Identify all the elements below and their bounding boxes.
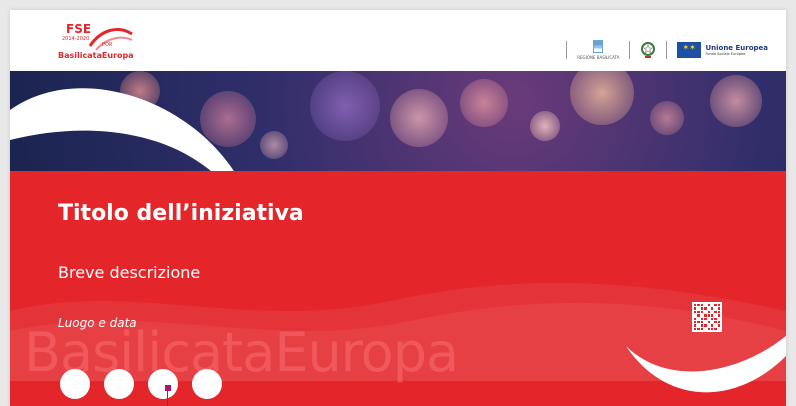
- logo-por-text: POR: [102, 42, 113, 48]
- fse-logo: FSE 2014-2020 POR BasilicataEuropa: [58, 22, 138, 62]
- logo-placeholder: [104, 369, 134, 399]
- eu-subtitle: Fondo Sociale Europeo: [705, 52, 746, 56]
- logo-placeholder: [148, 369, 178, 399]
- place-and-date: Luogo e data: [58, 316, 137, 330]
- red-content-area: BasilicataEuropa Titolo dell’iniziativa …: [10, 171, 786, 406]
- logo-placeholder: [60, 369, 90, 399]
- divider: [629, 41, 631, 59]
- logo-placeholder-dots: [60, 369, 222, 399]
- eu-flag-icon: ✶✶: [677, 42, 702, 58]
- partner-logos: REGIONE BASILICATA ✶✶ Unione Europea Fon…: [556, 40, 768, 60]
- logo-placeholder: [192, 369, 222, 399]
- eu-logo: ✶✶ Unione Europea Fondo Sociale Europeo: [677, 42, 768, 58]
- white-swoosh-bottom: [626, 336, 786, 393]
- regione-basilicata-icon: [593, 40, 604, 53]
- italian-emblem-icon: [641, 42, 656, 58]
- regione-label: REGIONE BASILICATA: [577, 55, 620, 60]
- regione-basilicata-logo: REGIONE BASILICATA: [577, 40, 619, 60]
- text-cursor-line: [167, 391, 168, 406]
- header: FSE 2014-2020 POR BasilicataEuropa REGIO…: [10, 10, 786, 71]
- text-cursor-handle[interactable]: [165, 385, 171, 391]
- divider: [666, 41, 668, 59]
- eu-title: Unione Europea: [705, 44, 768, 52]
- initiative-title: Titolo dell’iniziativa: [58, 201, 304, 226]
- short-description: Breve descrizione: [58, 263, 201, 282]
- poster-canvas: FSE 2014-2020 POR BasilicataEuropa REGIO…: [10, 10, 786, 406]
- divider: [566, 41, 568, 59]
- logo-brand-text: BasilicataEuropa: [58, 51, 134, 60]
